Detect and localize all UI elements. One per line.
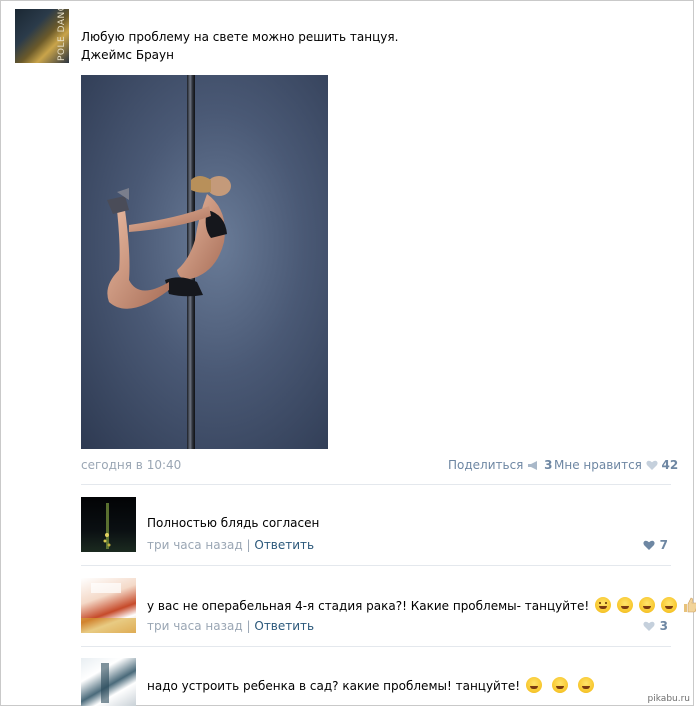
laughing-face-icon (577, 677, 594, 693)
avatar-image (103, 503, 111, 549)
post-photo[interactable] (81, 75, 328, 449)
comment-text-body: надо устроить ребенка в сад? какие пробл… (147, 679, 521, 693)
avatar-image (101, 663, 109, 703)
comment-like-button[interactable]: 3 (643, 619, 668, 633)
heart-icon (643, 621, 656, 631)
watermark: pikabu.ru (647, 694, 690, 704)
comment-like-button[interactable]: 7 (643, 538, 668, 552)
comment-text: у вас не операбельная 4-я стадия рака?! … (147, 597, 696, 613)
author-avatar[interactable]: POLE DANCE (15, 9, 69, 63)
comment-avatar[interactable] (81, 497, 136, 552)
comment-text: надо устроить ребенка в сад? какие пробл… (147, 677, 594, 693)
post-quote-author: Джеймс Браун (81, 48, 174, 62)
post-quote: Любую проблему на свете можно решить тан… (81, 30, 399, 44)
post-text: Любую проблему на свете можно решить тан… (81, 28, 398, 64)
like-button[interactable]: Мне нравится 42 (554, 458, 678, 472)
comment-text-body: у вас не операбельная 4-я стадия рака?! … (147, 599, 590, 613)
laughing-face-icon (660, 597, 677, 613)
comment-like-count: 3 (659, 619, 668, 633)
dancer-figure (107, 176, 231, 309)
comment-meta: три часа назад | Ответить (147, 538, 314, 552)
winking-face-icon (595, 597, 612, 613)
reply-link[interactable]: Ответить (254, 619, 314, 633)
avatar-logo-text: POLE DANCE (57, 9, 67, 61)
like-label: Мне нравится (554, 458, 642, 472)
laughing-face-icon (551, 677, 568, 693)
meta-separator: | (246, 538, 251, 552)
share-count: 3 (544, 458, 553, 472)
divider (81, 565, 671, 566)
post-timestamp[interactable]: сегодня в 10:40 (81, 458, 181, 472)
laughing-face-icon (616, 597, 633, 613)
heart-icon (643, 540, 656, 550)
thumbs-up-icon (684, 597, 696, 613)
comment-time[interactable]: три часа назад (147, 619, 243, 633)
comment-text: Полностью блядь согласен (147, 516, 320, 530)
share-label: Поделиться (448, 458, 524, 472)
comment-avatar[interactable] (81, 578, 136, 633)
comment-meta: три часа назад | Ответить (147, 619, 314, 633)
share-button[interactable]: Поделиться 3 (448, 458, 552, 472)
comment-like-count: 7 (659, 538, 668, 552)
reply-link[interactable]: Ответить (254, 538, 314, 552)
divider (81, 646, 671, 647)
heart-icon (646, 460, 658, 470)
divider (81, 484, 671, 485)
like-count: 42 (661, 458, 679, 472)
laughing-face-icon (638, 597, 655, 613)
comment-time[interactable]: три часа назад (147, 538, 243, 552)
avatar-image (81, 583, 136, 633)
megaphone-icon (528, 461, 538, 470)
laughing-face-icon (525, 677, 542, 693)
comment-avatar[interactable] (81, 658, 136, 706)
meta-separator: | (246, 619, 251, 633)
